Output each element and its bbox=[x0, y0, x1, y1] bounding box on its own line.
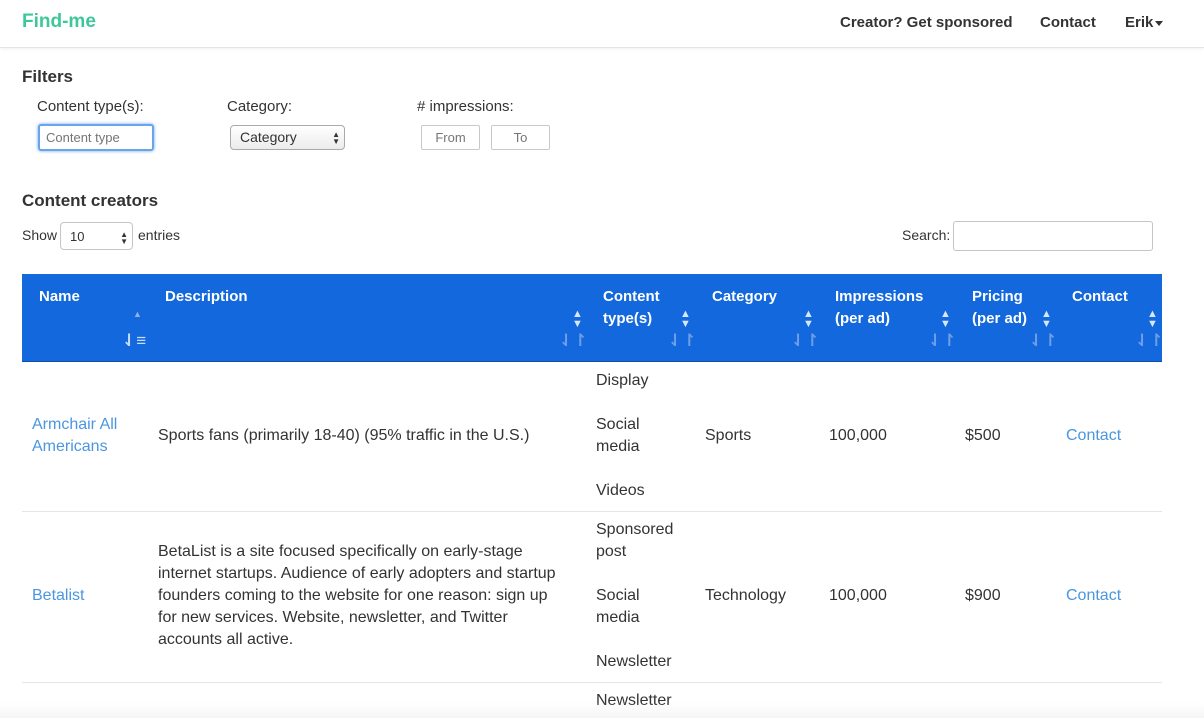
creator-name-link[interactable]: Armchair All Americans bbox=[32, 414, 142, 458]
creator-name-link[interactable]: Betalist bbox=[32, 585, 84, 607]
contact-link[interactable]: Contact bbox=[1066, 585, 1121, 607]
caret-down-icon bbox=[1155, 20, 1164, 26]
column-label: Contact bbox=[1072, 288, 1128, 305]
sort-icon: ⇃↾ bbox=[668, 331, 697, 350]
entries-label: entries bbox=[138, 227, 181, 243]
scroll-fade bbox=[0, 702, 1204, 718]
content-type-label: Content type(s): bbox=[37, 98, 144, 115]
column-label: Category bbox=[712, 288, 778, 305]
content-creators-heading: Content creators bbox=[22, 191, 159, 210]
column-label: Impressions (per ad) bbox=[835, 288, 924, 327]
search-label: Search: bbox=[902, 227, 951, 243]
column-header-pricing[interactable]: Pricing (per ad) ▲ ▼ ⇃↾ bbox=[958, 274, 1058, 361]
column-header-impressions[interactable]: Impressions (per ad) ▲ ▼ ⇃↾ bbox=[821, 274, 958, 361]
sort-icon: ⇃↾ bbox=[1029, 331, 1058, 350]
sort-icon: ⇃↾ bbox=[928, 331, 957, 350]
creator-description: BetaList is a site focused specifically … bbox=[158, 543, 556, 648]
table-header: Name ▲ ⇃≡ Description ▲ ▼ ⇃↾ Content type… bbox=[22, 274, 1164, 362]
creator-category: Technology bbox=[705, 587, 786, 604]
search-input[interactable] bbox=[953, 221, 1153, 251]
column-header-description[interactable]: Description ▲ ▼ ⇃↾ bbox=[148, 274, 590, 361]
sort-updown-icon: ▲ ▼ bbox=[1147, 308, 1158, 330]
category-select[interactable]: Category ▲ ▼ bbox=[230, 125, 345, 150]
filters-heading: Filters bbox=[22, 67, 74, 86]
column-header-contact[interactable]: Contact ▲ ▼ ⇃↾ bbox=[1058, 274, 1164, 361]
sort-icon: ⇃↾ bbox=[1135, 331, 1164, 350]
content-type-item: Videos bbox=[596, 482, 645, 499]
content-type-item: Social media bbox=[596, 587, 640, 626]
show-label: Show bbox=[22, 227, 58, 243]
brand-logo[interactable]: Find-me bbox=[22, 11, 96, 33]
column-header-name[interactable]: Name ▲ ⇃≡ bbox=[22, 274, 148, 361]
sort-active-icon: ⇃≡ bbox=[122, 331, 147, 350]
impressions-from-input[interactable] bbox=[421, 125, 480, 150]
content-type-item: Display bbox=[596, 372, 649, 389]
sort-asc-icon: ▲ bbox=[133, 309, 142, 319]
nav-get-sponsored-link[interactable]: Creator? Get sponsored bbox=[840, 14, 1013, 31]
column-header-content-types[interactable]: Content type(s) ▲ ▼ ⇃↾ bbox=[590, 274, 699, 361]
content-type-item: Social media bbox=[596, 416, 640, 455]
sort-updown-icon: ▲ ▼ bbox=[1041, 308, 1052, 330]
contact-link[interactable]: Contact bbox=[1066, 425, 1121, 447]
category-label: Category: bbox=[227, 98, 293, 115]
sort-updown-icon: ▲ ▼ bbox=[572, 308, 583, 330]
creator-category: Sports bbox=[705, 427, 752, 444]
creator-pricing: $900 bbox=[965, 587, 1001, 604]
column-label: Name bbox=[39, 288, 80, 305]
content-type-input[interactable] bbox=[38, 124, 154, 151]
row-divider bbox=[22, 511, 1162, 512]
column-label: Description bbox=[165, 288, 248, 305]
user-menu[interactable]: Erik bbox=[1125, 14, 1164, 31]
sort-updown-icon: ▲ ▼ bbox=[803, 308, 814, 330]
column-label: Pricing (per ad) bbox=[972, 288, 1028, 327]
column-label: Content type(s) bbox=[603, 288, 660, 327]
entries-select[interactable]: 10 ▲ ▼ bbox=[60, 222, 133, 250]
user-menu-label: Erik bbox=[1125, 14, 1154, 31]
sort-icon: ⇃↾ bbox=[559, 331, 588, 350]
select-arrows-icon: ▲ ▼ bbox=[120, 230, 128, 246]
impressions-label: # impressions: bbox=[417, 98, 514, 115]
category-select-value: Category bbox=[240, 129, 297, 145]
row-divider bbox=[22, 682, 1162, 683]
content-type-item: Newsletter bbox=[596, 653, 672, 670]
creator-impressions: 100,000 bbox=[829, 587, 887, 604]
content-type-item: Sponsored post bbox=[596, 521, 674, 560]
sort-icon: ⇃↾ bbox=[791, 331, 820, 350]
impressions-to-input[interactable] bbox=[491, 125, 550, 150]
entries-select-value: 10 bbox=[70, 229, 85, 244]
sort-updown-icon: ▲ ▼ bbox=[940, 308, 951, 330]
nav-contact-link[interactable]: Contact bbox=[1040, 14, 1096, 31]
sort-updown-icon: ▲ ▼ bbox=[680, 308, 691, 330]
creator-pricing: $500 bbox=[965, 427, 1001, 444]
column-header-category[interactable]: Category ▲ ▼ ⇃↾ bbox=[699, 274, 821, 361]
creator-description: Sports fans (primarily 18-40) (95% traff… bbox=[158, 427, 530, 444]
select-arrows-icon: ▲ ▼ bbox=[332, 130, 340, 146]
creator-impressions: 100,000 bbox=[829, 427, 887, 444]
navbar: Find-me Creator? Get sponsored Contact E… bbox=[0, 0, 1204, 48]
